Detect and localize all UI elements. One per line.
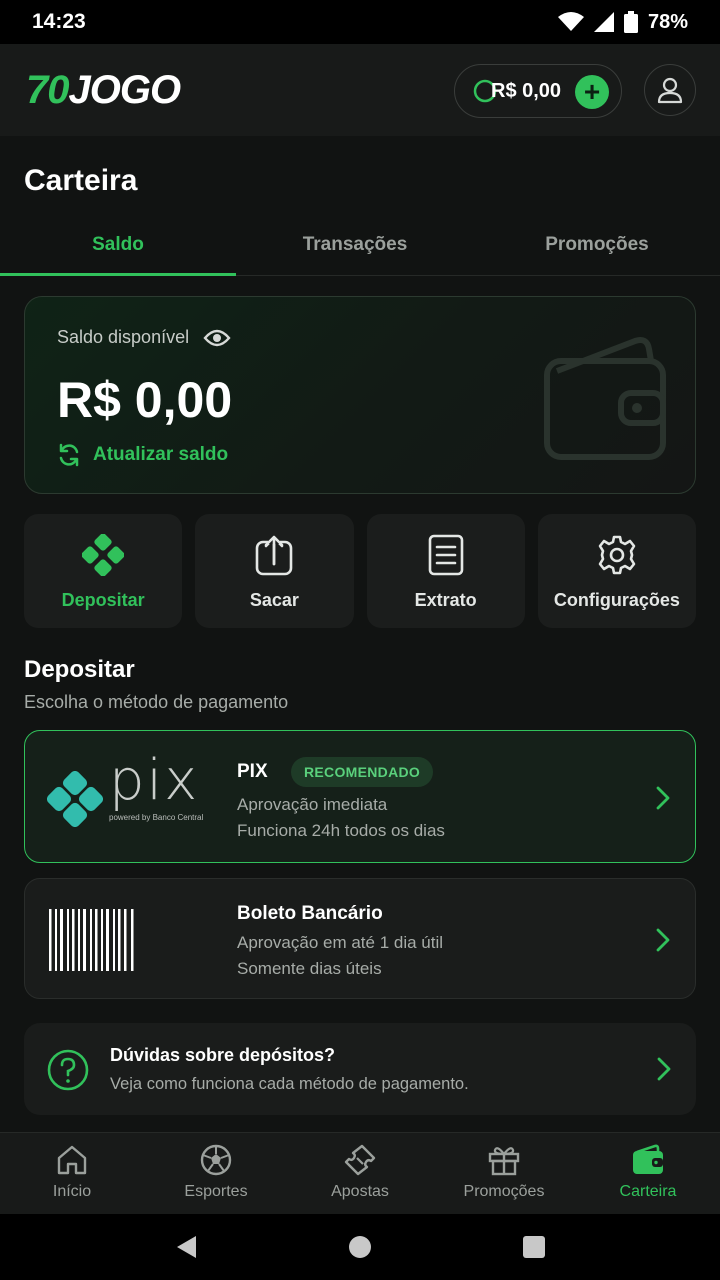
header-balance-amount: R$ 0,00 xyxy=(491,79,562,102)
withdraw-action-label: Sacar xyxy=(249,590,299,610)
deposit-section-title: Depositar xyxy=(24,656,135,683)
pix-method-title: PIX xyxy=(237,761,268,782)
logo-number: 70 xyxy=(26,67,69,112)
nav-item-promocoes[interactable]: Promoções xyxy=(432,1133,576,1214)
home-icon xyxy=(57,1145,87,1175)
tab-promocoes[interactable]: Promoções xyxy=(474,220,720,275)
deposit-action-button[interactable]: Depositar xyxy=(24,514,183,628)
signal-icon xyxy=(593,12,614,32)
boleto-method-title: Boleto Bancário xyxy=(237,903,383,924)
tab-saldo[interactable]: Saldo xyxy=(0,220,236,276)
refresh-balance-label: Atualizar saldo xyxy=(93,444,229,465)
help-title: Dúvidas sobre depósitos? xyxy=(110,1045,336,1065)
wallet-icon xyxy=(633,1144,663,1174)
refresh-icon xyxy=(59,443,79,467)
app-header: 70JOGO R$ 0,00 + xyxy=(0,44,720,136)
chevron-right-icon xyxy=(656,786,670,810)
recommended-badge: RECOMENDADO xyxy=(291,757,434,787)
nav-item-apostas[interactable]: Apostas xyxy=(288,1133,432,1214)
nav-label-inicio: Início xyxy=(52,1183,92,1200)
home-circle-icon[interactable] xyxy=(348,1235,372,1259)
deposit-help-card[interactable]: Dúvidas sobre depósitos? Veja como funci… xyxy=(24,1023,696,1115)
nav-label-apostas: Apostas xyxy=(331,1183,389,1200)
wallet-illustration-icon xyxy=(544,337,666,460)
add-funds-button[interactable]: + xyxy=(575,75,609,109)
barcode-icon xyxy=(49,909,134,971)
wallet-tabs: Saldo Transações Promoções xyxy=(0,220,720,276)
deposit-section-subtitle: Escolha o método de pagamento xyxy=(24,692,289,712)
bottom-nav: Início Esportes Apostas Promoções Cartei… xyxy=(0,1132,720,1214)
system-navigation-bar xyxy=(0,1214,720,1280)
back-icon[interactable] xyxy=(174,1234,198,1260)
page-title: Carteira xyxy=(24,164,138,197)
pix-method-card[interactable]: pix powered by Banco Central PIX RECOMEN… xyxy=(24,730,696,863)
tab-transacoes[interactable]: Transações xyxy=(236,220,474,275)
battery-icon xyxy=(623,11,638,33)
help-subtitle: Veja como funciona cada método de pagame… xyxy=(110,1075,469,1093)
statement-action-label: Extrato xyxy=(414,590,477,610)
status-bar: 14:23 78% xyxy=(0,0,720,44)
quick-actions: Depositar Sacar Extrato Configurações xyxy=(24,514,696,628)
pix-logo-icon xyxy=(47,771,103,827)
available-balance-label: Saldo disponível xyxy=(57,327,231,348)
eye-icon[interactable] xyxy=(203,328,231,348)
user-icon xyxy=(657,77,683,104)
gift-icon xyxy=(488,1147,520,1176)
soccer-ball-icon xyxy=(200,1144,232,1176)
settings-action-label: Configurações xyxy=(553,590,680,610)
logo-word: JOGO xyxy=(68,67,182,112)
app-logo[interactable]: 70JOGO xyxy=(26,67,182,113)
boleto-method-line2: Somente dias úteis xyxy=(237,959,382,978)
withdraw-action-button[interactable]: Sacar xyxy=(195,514,354,628)
status-time: 14:23 xyxy=(32,10,86,33)
nav-label-carteira: Carteira xyxy=(619,1183,677,1200)
statement-action-button[interactable]: Extrato xyxy=(366,514,525,628)
boleto-method-card[interactable]: Boleto Bancário Aprovação em até 1 dia ú… xyxy=(24,878,696,999)
deposit-action-label: Depositar xyxy=(61,590,145,610)
battery-level: 78% xyxy=(647,10,688,33)
chevron-right-icon xyxy=(657,1057,671,1081)
refresh-balance-button[interactable]: Atualizar saldo xyxy=(57,443,228,467)
pix-logo-caption: powered by Banco Central xyxy=(109,813,204,822)
status-icons: 78% xyxy=(557,10,688,34)
wifi-icon xyxy=(557,12,584,31)
chevron-right-icon xyxy=(656,928,670,952)
profile-button[interactable] xyxy=(644,64,696,116)
balance-amount: R$ 0,00 xyxy=(57,372,233,428)
question-icon xyxy=(47,1049,89,1091)
nav-item-carteira[interactable]: Carteira xyxy=(576,1133,720,1214)
settings-action-button[interactable]: Configurações xyxy=(537,514,696,628)
pix-method-line1: Aprovação imediata xyxy=(237,795,388,814)
pix-method-line2: Funciona 24h todos os dias xyxy=(237,821,445,840)
nav-label-esportes: Esportes xyxy=(184,1183,248,1200)
nav-label-promocoes: Promoções xyxy=(463,1183,545,1200)
nav-item-esportes[interactable]: Esportes xyxy=(144,1133,288,1214)
nav-item-inicio[interactable]: Início xyxy=(0,1133,144,1214)
boleto-method-line1: Aprovação em até 1 dia útil xyxy=(237,933,444,952)
recents-icon[interactable] xyxy=(522,1235,546,1259)
ticket-icon xyxy=(344,1144,376,1176)
pix-logo-text: pix xyxy=(109,748,200,813)
available-balance-text: Saldo disponível xyxy=(57,327,190,347)
gear-icon xyxy=(598,535,636,575)
pix-icon xyxy=(82,534,125,576)
balance-card: Saldo disponível R$ 0,00 Atualizar saldo xyxy=(24,296,696,494)
document-icon xyxy=(428,534,463,576)
pix-logo-wordmark: pix powered by Banco Central xyxy=(109,753,215,843)
upload-icon xyxy=(256,535,293,576)
header-balance-pill[interactable]: R$ 0,00 + xyxy=(454,64,622,118)
